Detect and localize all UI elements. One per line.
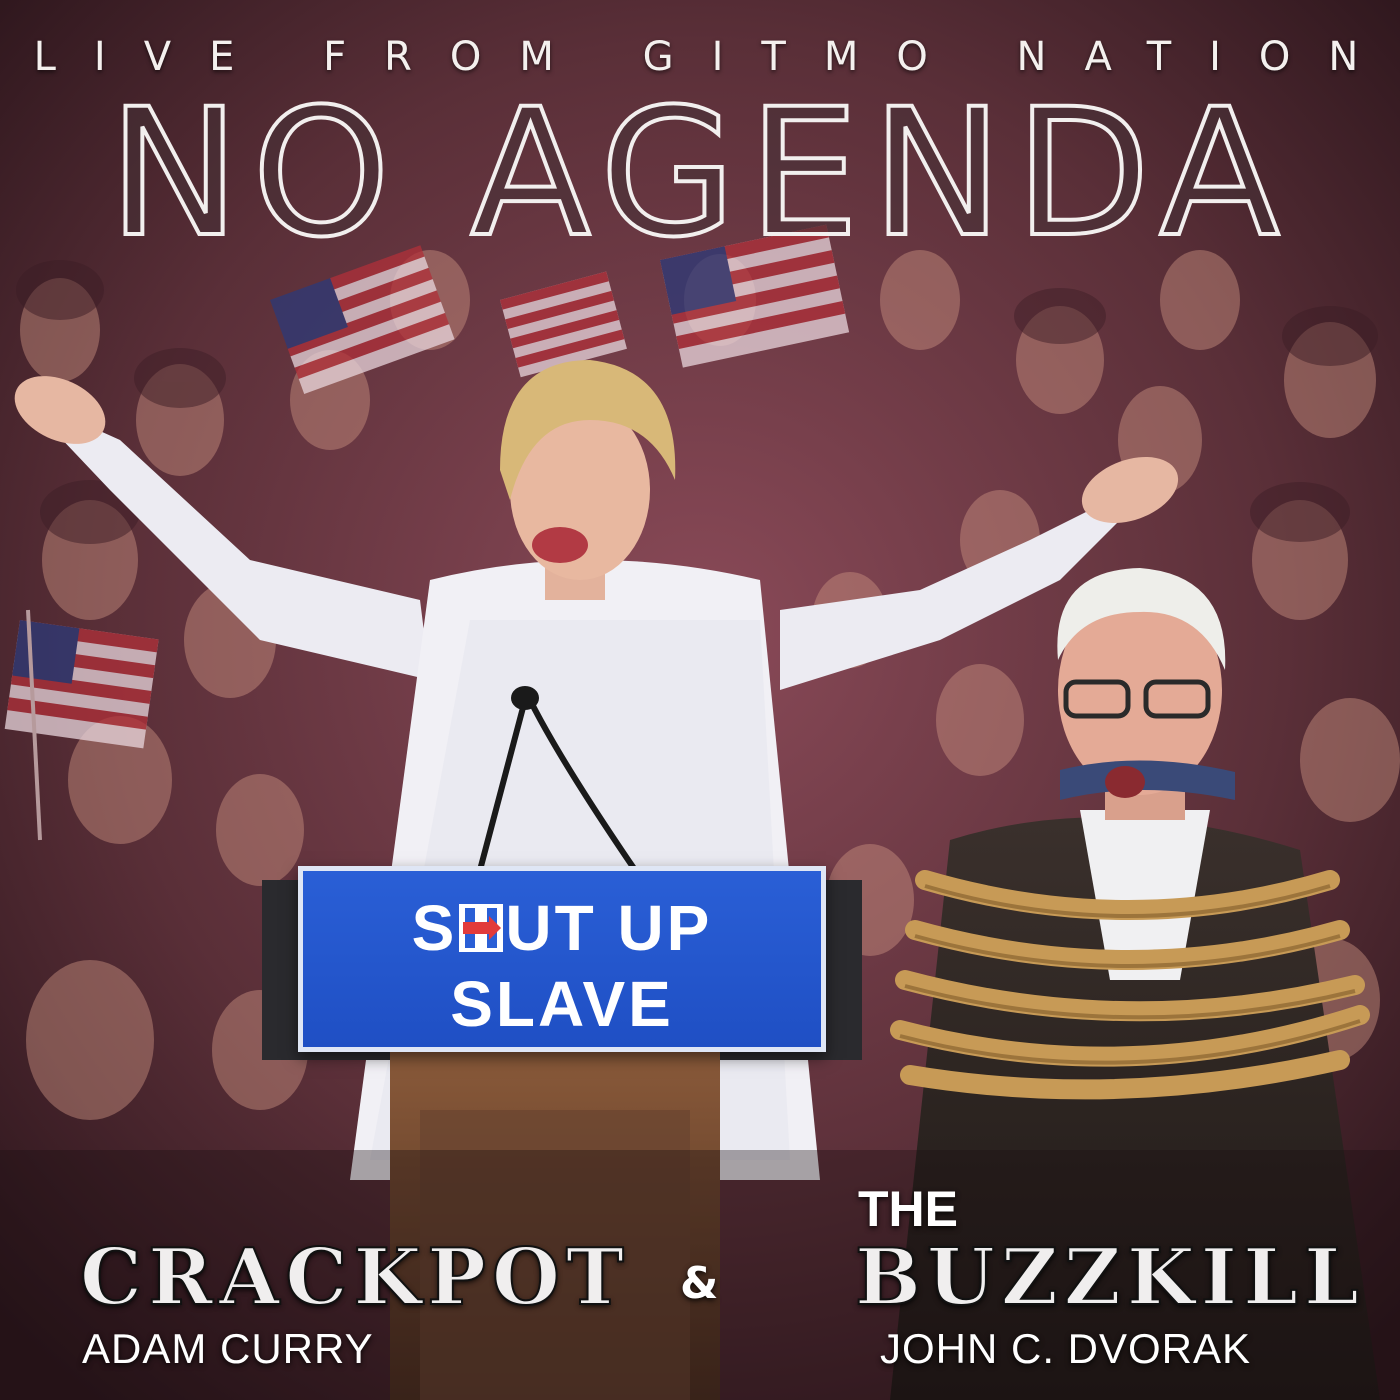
- host-name-adam-curry: ADAM CURRY: [82, 1325, 374, 1372]
- crackpot-label: CRACKPOT: [79, 1231, 630, 1324]
- sign-line-1-part-1: S: [411, 892, 458, 964]
- host-name-john-dvorak: JOHN C. DVORAK: [880, 1325, 1252, 1372]
- sign-line-1-part-2: UT UP: [505, 892, 713, 964]
- podium-sign: S UT UP SLAVE: [298, 866, 826, 1052]
- campaign-h-logo-icon: [459, 895, 504, 952]
- show-title: NO AGENDA: [106, 71, 1292, 276]
- ampersand: &: [680, 1258, 719, 1309]
- the-label: THE: [858, 1181, 958, 1237]
- album-cover: LIVE FROM GITMO NATION NO AGENDA S UT UP …: [0, 0, 1400, 1400]
- sign-line-1: S UT UP: [303, 891, 821, 965]
- sign-line-2: SLAVE: [450, 968, 674, 1040]
- buzzkill-label: BUZZKILL: [854, 1231, 1365, 1324]
